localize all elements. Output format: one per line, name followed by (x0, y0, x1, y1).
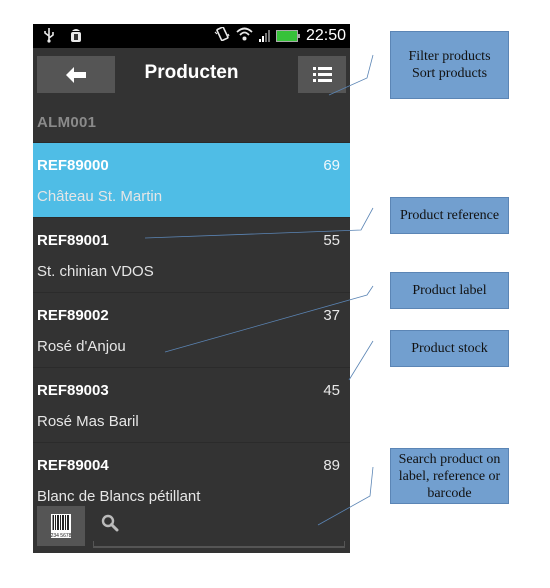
product-label: Rosé Mas Baril (37, 413, 139, 430)
product-label: Château St. Martin (37, 188, 163, 205)
leader-line-stock (348, 340, 374, 381)
search-icon (101, 514, 119, 532)
svg-text:234 5678: 234 5678 (51, 533, 71, 538)
product-reference: REF89002 (37, 307, 109, 324)
annotation-product-label: Product label (390, 272, 509, 309)
product-stock: 55 (323, 232, 340, 249)
annotation-product-reference: Product reference (390, 197, 509, 234)
warehouse-code: ALM001 (37, 114, 97, 131)
status-bar: 22:50 (33, 24, 350, 48)
phone-screen: 22:50 Producten ALM001 REF89000 69 Châte… (33, 24, 350, 553)
android-debug-icon (69, 29, 83, 47)
vibrate-icon (214, 26, 230, 45)
annotation-text: barcode (427, 485, 472, 501)
barcode-icon: 234 5678 (51, 514, 71, 538)
search-input[interactable] (93, 506, 345, 548)
warehouse-header: ALM001 (33, 106, 350, 143)
annotation-text: label, reference or (398, 468, 501, 484)
product-stock: 69 (323, 157, 340, 174)
annotation-text: Product reference (399, 208, 500, 223)
action-bar: Producten (33, 48, 350, 104)
product-row[interactable]: REF89002 37 Rosé d'Anjou (33, 293, 350, 368)
product-label: Blanc de Blancs pétillant (37, 488, 201, 505)
product-reference: REF89000 (37, 157, 109, 174)
annotation-filter-sort: Filter products Sort products (390, 31, 509, 99)
annotation-search: Search product on label, reference or ba… (390, 448, 509, 504)
annotation-product-stock: Product stock (390, 330, 509, 367)
usb-icon (43, 28, 59, 47)
list-icon (313, 67, 332, 82)
product-stock: 45 (323, 382, 340, 399)
scan-barcode-button[interactable]: 234 5678 (37, 506, 85, 546)
product-row[interactable]: REF89001 55 St. chinian VDOS (33, 218, 350, 293)
product-reference: REF89001 (37, 232, 109, 249)
battery-charging-icon (275, 30, 300, 42)
search-bar: 234 5678 (33, 504, 350, 553)
product-row[interactable]: REF89003 45 Rosé Mas Baril (33, 368, 350, 443)
product-stock: 89 (323, 457, 340, 474)
clock: 22:50 (305, 27, 346, 44)
annotation-text: Filter products (408, 49, 491, 64)
arrow-left-icon (66, 67, 86, 83)
signal-icon (258, 30, 270, 42)
product-label: Rosé d'Anjou (37, 338, 126, 355)
annotation-text: Search product on (398, 451, 501, 467)
annotation-text: Sort products (411, 66, 488, 81)
product-label: St. chinian VDOS (37, 263, 154, 280)
filter-sort-menu-button[interactable] (298, 56, 346, 93)
annotation-text: Product label (412, 283, 487, 298)
wifi-icon (236, 27, 253, 45)
product-reference: REF89003 (37, 382, 109, 399)
back-button[interactable] (37, 56, 115, 93)
product-reference: REF89004 (37, 457, 109, 474)
product-stock: 37 (323, 307, 340, 324)
product-list[interactable]: REF89000 69 Château St. Martin REF89001 … (33, 143, 350, 518)
annotation-text: Product stock (411, 341, 488, 356)
product-row[interactable]: REF89000 69 Château St. Martin (33, 143, 350, 218)
